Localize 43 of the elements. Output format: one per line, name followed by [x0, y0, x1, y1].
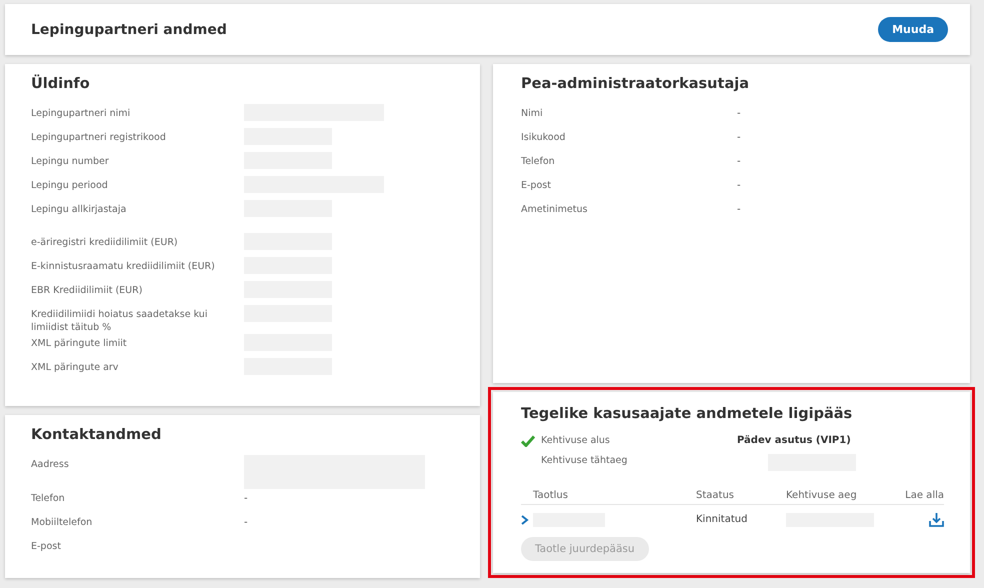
field-label: Telefon — [31, 492, 66, 505]
field-value: - — [737, 131, 742, 145]
field-label: Lepingu allkirjastaja — [31, 203, 128, 216]
card-title: Üldinfo — [31, 76, 91, 92]
column-header: Staatus — [696, 490, 735, 501]
field-value: - — [737, 179, 742, 193]
field-label: XML päringute limiit — [31, 337, 128, 350]
field-value: - — [244, 492, 249, 506]
download-icon[interactable] — [929, 512, 944, 527]
field-label: Kehtivuse tähtaeg — [541, 454, 628, 467]
field-label: Kehtivuse alus — [541, 434, 610, 447]
page-title: Lepingupartneri andmed — [31, 22, 227, 38]
field-value: Pädev asutus (VIP1) — [737, 434, 852, 448]
field-label: E-kinnistusraamatu krediidilimiit (EUR) — [31, 260, 216, 273]
field-label: e-äriregistri krediidilimiit (EUR) — [31, 236, 179, 249]
field-label: XML päringute arv — [31, 361, 120, 374]
field-label: E-post — [521, 179, 552, 192]
field-label: Aadress — [31, 458, 70, 471]
column-header: Lae alla — [904, 490, 944, 501]
field-label: Lepingu number — [31, 155, 110, 168]
field-label: Mobiiltelefon — [31, 516, 94, 529]
field-label: Nimi — [521, 107, 544, 120]
card-title: Pea-administraatorkasutaja — [521, 76, 750, 92]
table-cell-text: Kinnitatud — [696, 512, 748, 526]
column-header: Taotlus — [533, 490, 569, 501]
field-label: E-post — [31, 540, 62, 553]
card-title: Tegelike kasusaajate andmetele ligipääs — [521, 406, 854, 422]
field-label: Isikukood — [521, 131, 566, 144]
column-header: Kehtivuse aeg — [786, 490, 858, 501]
field-label: Lepingu periood — [31, 179, 109, 192]
field-label: Lepingupartneri registrikood — [31, 131, 167, 144]
field-value: - — [737, 107, 742, 121]
field-label: EBR Krediidilimiit (EUR) — [31, 284, 144, 297]
chevron-icon[interactable] — [521, 514, 529, 524]
field-label: Lepingupartneri nimi — [31, 107, 132, 120]
field-value: - — [244, 516, 249, 530]
field-value: - — [737, 203, 742, 217]
field-label: Telefon — [521, 155, 556, 168]
edit-button[interactable]: Muuda — [878, 17, 948, 42]
field-label: Ametinimetus — [521, 203, 588, 216]
field-value: - — [737, 155, 742, 169]
field-label: Krediidilimiidi hoiatus saadetakse kui limiidist täitub % — [31, 308, 208, 334]
card-title: Kontaktandmed — [31, 427, 162, 443]
